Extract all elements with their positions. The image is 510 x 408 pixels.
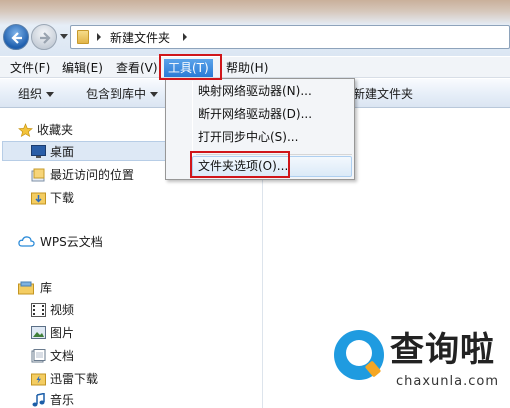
- watermark-title: 查询啦: [390, 330, 495, 370]
- menu-help[interactable]: 帮助(H): [226, 59, 268, 77]
- watermark-logo: 查询啦 chaxunla.com: [330, 318, 510, 408]
- folder-icon: [77, 30, 89, 44]
- new-folder-button[interactable]: 新建文件夹: [353, 85, 413, 103]
- nav-music-label: 音乐: [50, 393, 75, 407]
- disconnect-network-drive-item[interactable]: 断开网络驱动器(D)...: [198, 105, 312, 124]
- nav-desktop-label: 桌面: [50, 145, 75, 159]
- cloud-icon: [18, 236, 35, 247]
- open-sync-center-item[interactable]: 打开同步中心(S)...: [198, 128, 298, 147]
- desktop-icon: [31, 145, 46, 158]
- map-network-drive-item[interactable]: 映射网络驱动器(N)...: [198, 82, 312, 101]
- menu-bar: 文件(F) 编辑(E) 查看(V) 工具(T) 帮助(H): [0, 57, 510, 78]
- address-bar-area: 新建文件夹: [0, 0, 510, 56]
- chevron-down-icon: [46, 92, 55, 97]
- recent-places-icon: [31, 168, 45, 182]
- menu-view[interactable]: 查看(V): [116, 59, 158, 77]
- organize-button[interactable]: 组织: [18, 85, 55, 103]
- nav-libraries-label: 库: [40, 281, 53, 295]
- thunder-download-folder-icon: [31, 373, 46, 386]
- include-in-library-label: 包含到库中: [86, 87, 147, 101]
- recent-pages-dropdown-icon[interactable]: [60, 34, 68, 39]
- menu-file[interactable]: 文件(F): [10, 59, 50, 77]
- folder-options-highlight-box: [190, 151, 290, 178]
- nav-pictures-label: 图片: [50, 326, 75, 340]
- address-field[interactable]: 新建文件夹: [70, 25, 510, 49]
- video-icon: [31, 303, 46, 317]
- back-button[interactable]: [3, 24, 29, 50]
- picture-icon: [31, 326, 46, 339]
- nav-downloads-label: 下载: [50, 191, 75, 205]
- nav-videos-label: 视频: [50, 303, 75, 317]
- breadcrumb-folder[interactable]: 新建文件夹: [110, 29, 170, 46]
- tools-menu-highlight-box: [159, 54, 222, 80]
- nav-thunder-downloads-label: 迅雷下载: [50, 372, 99, 386]
- breadcrumb-chevron-icon[interactable]: [97, 33, 101, 41]
- watermark-url: chaxunla.com: [396, 374, 499, 389]
- libraries-icon: [18, 281, 34, 295]
- menu-edit[interactable]: 编辑(E): [62, 59, 103, 77]
- organize-label: 组织: [18, 87, 43, 101]
- downloads-folder-icon: [31, 192, 46, 205]
- music-icon: [32, 393, 45, 407]
- nav-documents-label: 文档: [50, 349, 75, 363]
- star-icon: [18, 123, 33, 138]
- nav-favorites-label: 收藏夹: [37, 123, 74, 137]
- nav-recent-places-label: 最近访问的位置: [50, 168, 135, 182]
- chevron-down-icon: [150, 92, 159, 97]
- forward-button[interactable]: [31, 24, 57, 50]
- arrow-right-icon: [40, 32, 51, 44]
- include-in-library-button[interactable]: 包含到库中: [86, 85, 159, 103]
- arrow-left-icon: [11, 32, 22, 44]
- breadcrumb-chevron-icon[interactable]: [183, 33, 187, 41]
- nav-wps-cloud-label: WPS云文档: [40, 235, 103, 249]
- documents-icon: [31, 349, 46, 363]
